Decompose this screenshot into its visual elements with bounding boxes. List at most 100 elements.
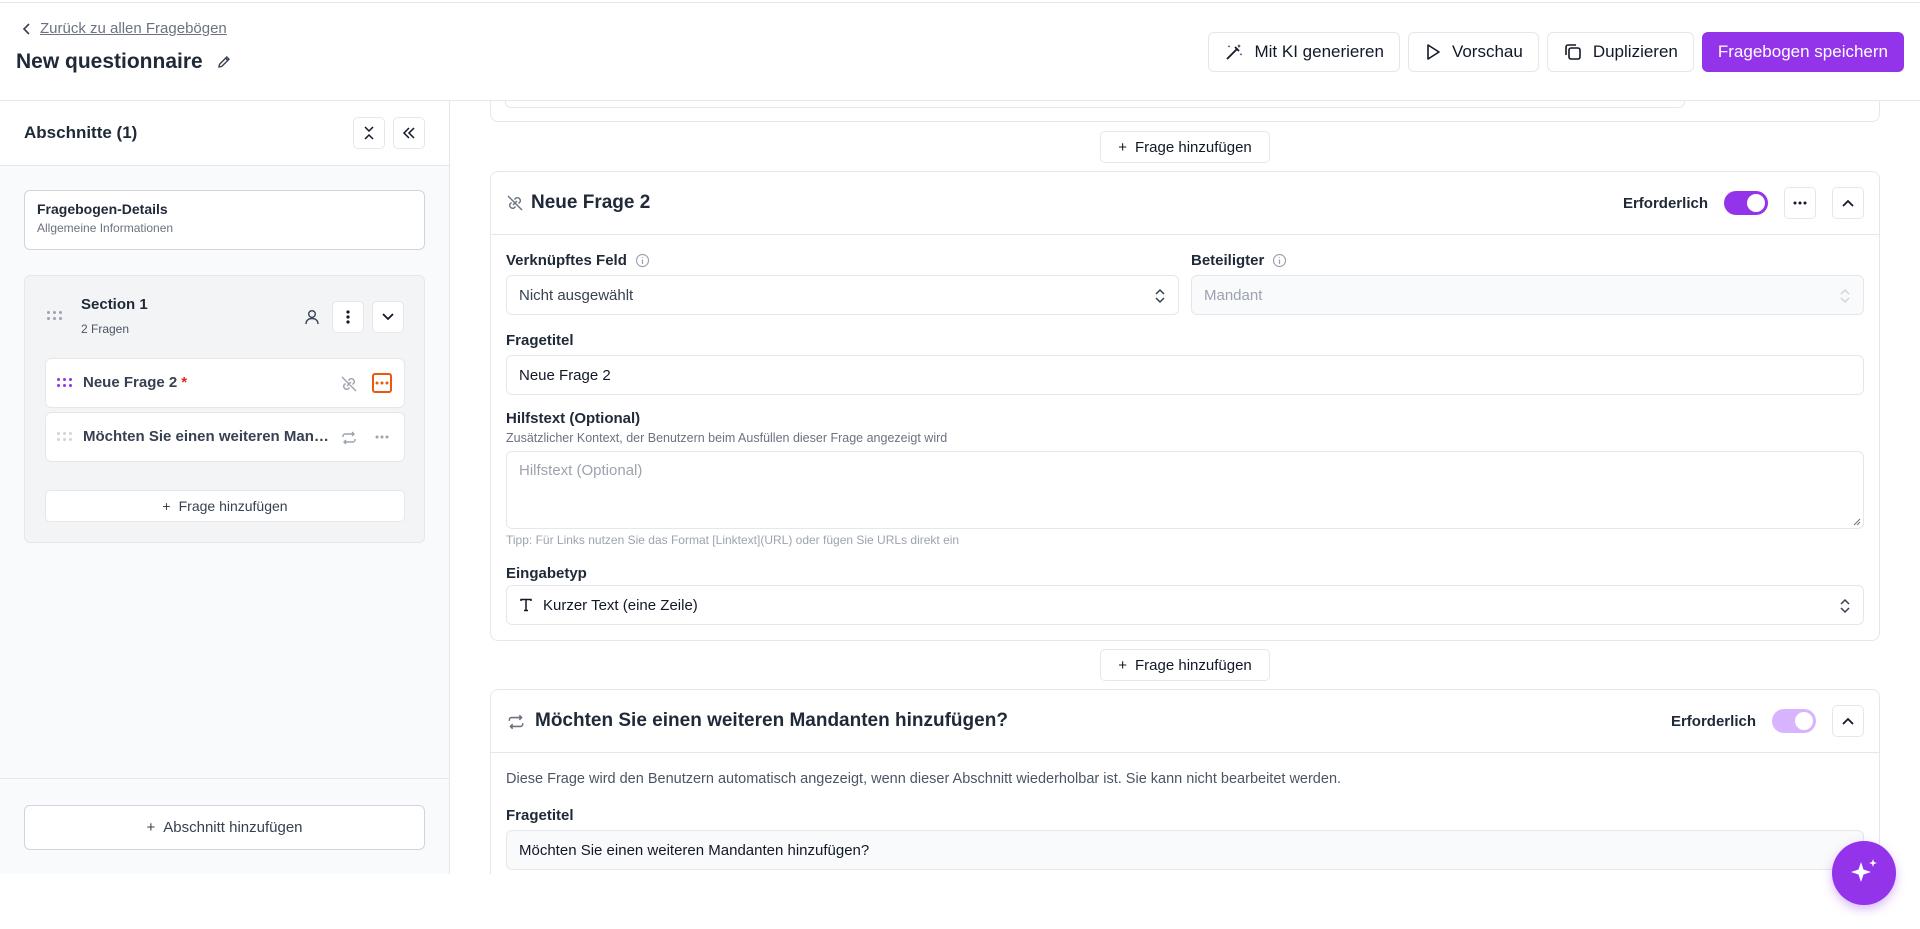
edit-title-button[interactable] (213, 51, 235, 73)
help-text-hint: Zusätzlicher Kontext, der Benutzern beim… (506, 431, 948, 445)
question-title-label: Fragetitel (506, 332, 574, 349)
drag-handle-icon[interactable] (57, 378, 72, 387)
repeat-question-info: Diese Frage wird den Benutzern automatis… (506, 771, 1342, 787)
chevron-down-icon (382, 313, 394, 321)
ai-assistant-button[interactable] (1832, 841, 1896, 905)
input-type-value: Kurzer Text (eine Zeile) (543, 596, 698, 614)
duplicate-button[interactable]: Duplizieren (1546, 32, 1694, 72)
chevrons-collapse-icon (364, 126, 374, 140)
section-expand-button[interactable] (372, 301, 404, 333)
ai-generate-label: Mit KI generieren (1254, 42, 1384, 61)
chevron-left-icon (22, 22, 30, 35)
questionnaire-details-card[interactable]: Fragebogen-Details Allgemeine Informatio… (24, 190, 425, 250)
resize-handle-icon[interactable] (1851, 516, 1861, 526)
linked-field-label: Verknüpftes Feld (506, 252, 627, 269)
preview-button[interactable]: Vorschau (1407, 32, 1539, 72)
question-title-input: Möchten Sie einen weiteren Mandanten hin… (506, 830, 1864, 870)
required-toggle[interactable] (1724, 191, 1768, 215)
app-root: Zurück zu allen Fragebögen New questionn… (0, 0, 1920, 929)
linked-field-label-row: Verknüpftes Feld (506, 252, 650, 269)
repeat-icon (340, 429, 358, 452)
previous-question-input[interactable] (505, 101, 1685, 108)
section-card: Section 1 2 Fragen Neue Frage 2 * Möchte… (24, 275, 425, 543)
sidebar-add-question-button[interactable]: + Frage hinzufügen (45, 490, 405, 522)
preview-label: Vorschau (1451, 42, 1523, 61)
add-question-label: Frage hinzufügen (178, 498, 288, 514)
question-more-button[interactable] (372, 427, 392, 447)
details-title: Fragebogen-Details (37, 201, 168, 217)
linked-field-value: Nicht ausgewählt (519, 286, 634, 304)
question-card-header: Neue Frage 2 Erforderlich (491, 172, 1879, 235)
collapse-sidebar-button[interactable] (393, 117, 425, 149)
collapse-all-button[interactable] (353, 117, 385, 149)
question-more-button[interactable] (1784, 187, 1816, 219)
pencil-icon (217, 56, 230, 68)
section-title: Section 1 (81, 296, 148, 313)
drag-handle-icon[interactable] (47, 311, 62, 320)
more-horizontal-icon (1793, 201, 1807, 205)
info-icon (1273, 253, 1287, 268)
section-header[interactable]: Section 1 2 Fragen (25, 276, 424, 354)
chevrons-left-icon (402, 127, 415, 139)
save-label: Fragebogen speichern (1717, 42, 1888, 61)
required-toggle (1772, 709, 1816, 733)
more-vertical-icon (346, 310, 350, 324)
info-icon (635, 253, 649, 268)
section-question-count: 2 Fragen (81, 322, 130, 336)
copy-icon (1565, 44, 1581, 60)
page-bottom-area (0, 874, 1920, 929)
sidebar-question-label: Neue Frage 2 * (83, 374, 323, 391)
add-section-button[interactable]: + Abschnitt hinzufügen (24, 805, 425, 850)
input-type-select[interactable]: Kurzer Text (eine Zeile) (506, 585, 1864, 625)
back-link-label[interactable]: Zurück zu allen Fragebögen (40, 20, 227, 37)
collapse-question-button[interactable] (1832, 187, 1864, 219)
input-type-label: Eingabetyp (506, 565, 587, 582)
repeat-icon (506, 712, 526, 737)
magic-wand-icon (1226, 44, 1243, 60)
question-label-text: Neue Frage 2 (83, 374, 178, 391)
help-text-label: Hilfstext (Optional) (506, 410, 641, 427)
duplicate-label: Duplizieren (1592, 42, 1678, 61)
chevrons-up-down-icon (1840, 598, 1850, 614)
plus-icon: + (1118, 138, 1127, 156)
drag-handle-icon (57, 432, 72, 441)
question-card: Möchten Sie einen weiteren Mandanten hin… (490, 689, 1880, 874)
required-label: Erforderlich (1622, 194, 1708, 212)
back-link[interactable]: Zurück zu allen Fragebögen (22, 20, 227, 37)
participant-button[interactable] (300, 305, 324, 329)
question-title-input[interactable]: Neue Frage 2 (506, 355, 1864, 395)
sidebar-footer: + Abschnitt hinzufügen (0, 778, 449, 874)
plus-icon: + (162, 498, 171, 514)
main-editor: + Frage hinzufügen Neue Frage 2 Erforder… (450, 101, 1920, 874)
sidebar-title: Abschnitte (1) (24, 123, 138, 142)
section-more-button[interactable] (332, 301, 364, 333)
previous-question-card (490, 101, 1880, 122)
save-questionnaire-button[interactable]: Fragebogen speichern (1701, 32, 1904, 72)
link-off-icon (340, 375, 358, 398)
chevron-up-icon (1842, 199, 1854, 207)
question-title: Neue Frage 2 (531, 192, 651, 213)
linked-field-select[interactable]: Nicht ausgewählt (506, 275, 1179, 315)
add-question-button[interactable]: + Frage hinzufügen (1100, 649, 1270, 681)
collapse-question-button[interactable] (1832, 705, 1864, 737)
link-off-icon (506, 194, 524, 217)
sidebar-question-item[interactable]: Neue Frage 2 * (45, 358, 405, 408)
add-question-label: Frage hinzufügen (1135, 138, 1252, 156)
help-text-textarea[interactable]: Hilfstext (Optional) (506, 451, 1864, 529)
sparkles-icon (1851, 859, 1877, 882)
add-question-button[interactable]: + Frage hinzufügen (1100, 131, 1270, 163)
sidebar-header-buttons (353, 117, 425, 149)
page-title: New questionnaire (16, 50, 203, 73)
sidebar-question-item[interactable]: Möchten Sie einen weiteren Mandanten hin… (45, 412, 405, 462)
add-section-label: Abschnitt hinzufügen (163, 819, 303, 836)
required-mark: * (181, 374, 188, 391)
participant-label-row: Beteiligter (1191, 252, 1287, 269)
section-actions (300, 301, 404, 333)
question-title: Möchten Sie einen weiteren Mandanten hin… (535, 710, 1008, 731)
ai-generate-button[interactable]: Mit KI generieren (1208, 32, 1400, 72)
question-more-button[interactable] (372, 373, 392, 393)
required-label: Erforderlich (1670, 712, 1756, 730)
participant-value: Mandant (1204, 286, 1263, 304)
page-header: Zurück zu allen Fragebögen New questionn… (0, 4, 1920, 101)
chevrons-up-down-icon (1155, 288, 1165, 304)
